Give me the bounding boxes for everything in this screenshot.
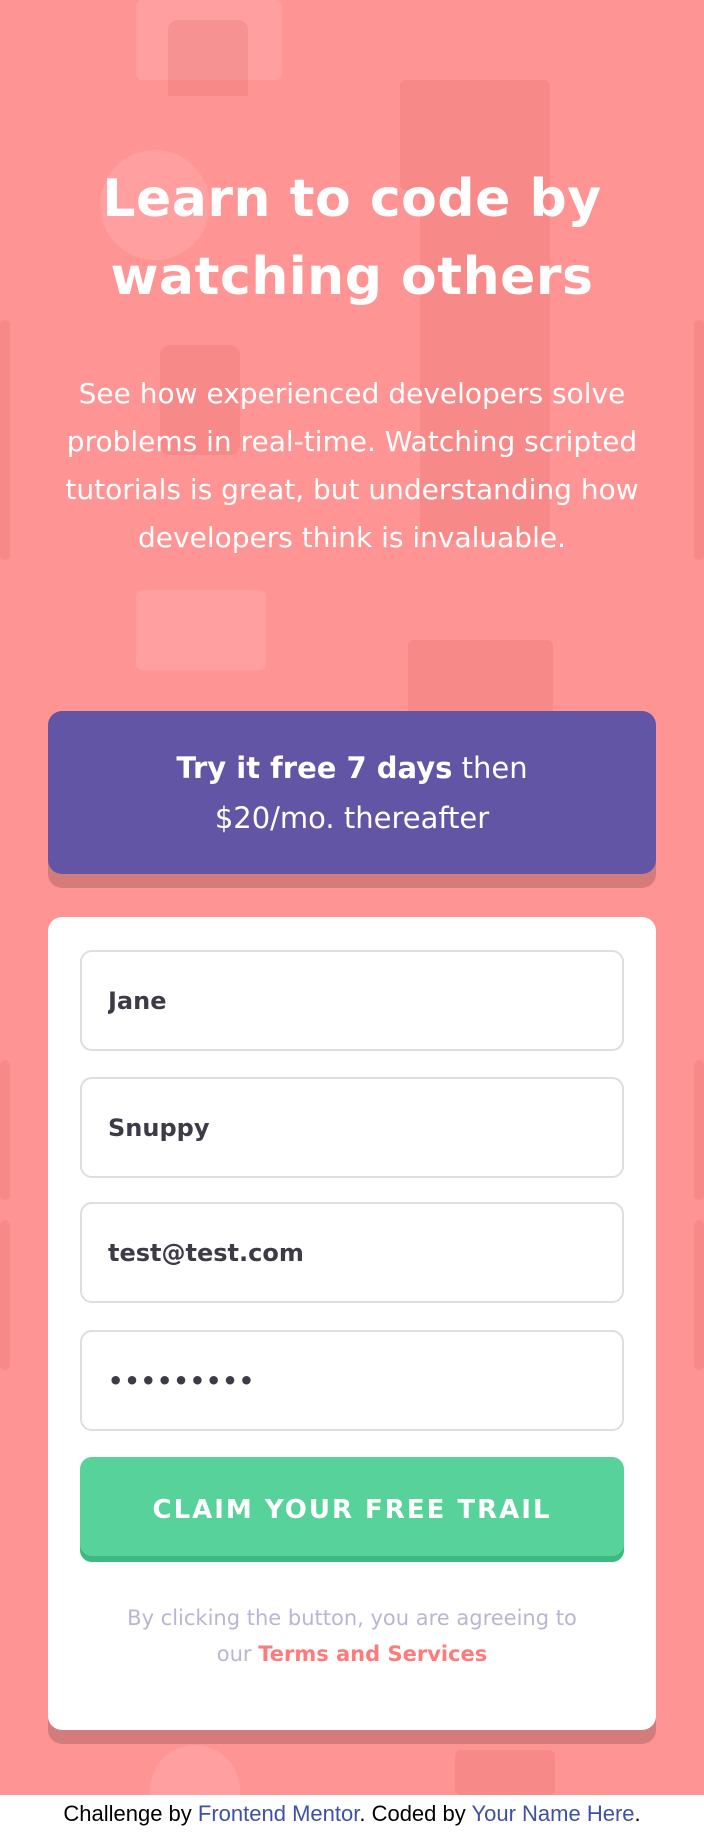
email-input[interactable]	[80, 1202, 624, 1303]
signup-form: CLAIM YOUR FREE TRAIL By clicking the bu…	[48, 917, 656, 1730]
claim-free-trial-button[interactable]: CLAIM YOUR FREE TRAIL	[80, 1457, 624, 1562]
trial-offer-banner: Try it free 7 days then $20/mo. thereaft…	[48, 711, 656, 874]
frontend-mentor-link[interactable]: Frontend Mentor	[198, 1801, 359, 1826]
first-name-input[interactable]	[80, 950, 624, 1051]
hero: Learn to code by watching others See how…	[0, 160, 704, 562]
terms-prefix: By clicking the button, you are agreeing…	[127, 1606, 577, 1630]
offer-then: then	[452, 751, 528, 785]
terms-our: our	[216, 1642, 259, 1666]
hero-title: Learn to code by watching others	[102, 169, 602, 307]
attribution-middle: . Coded by	[359, 1801, 472, 1826]
terms-notice: By clicking the button, you are agreeing…	[80, 1600, 624, 1672]
attribution: Challenge by Frontend Mentor. Coded by Y…	[0, 1795, 704, 1832]
attribution-suffix: .	[634, 1801, 641, 1826]
last-name-input[interactable]	[80, 1077, 624, 1178]
offer-highlight: Try it free 7 days	[176, 751, 453, 785]
password-input[interactable]	[80, 1330, 624, 1431]
offer-price: $20/mo. thereafter	[214, 801, 490, 835]
attribution-prefix: Challenge by	[63, 1801, 198, 1826]
hero-description: See how experienced developers solve pro…	[65, 377, 639, 554]
terms-link[interactable]: Terms and Services	[258, 1642, 487, 1666]
author-link[interactable]: Your Name Here	[471, 1801, 634, 1826]
page: Learn to code by watching others See how…	[0, 0, 704, 1795]
